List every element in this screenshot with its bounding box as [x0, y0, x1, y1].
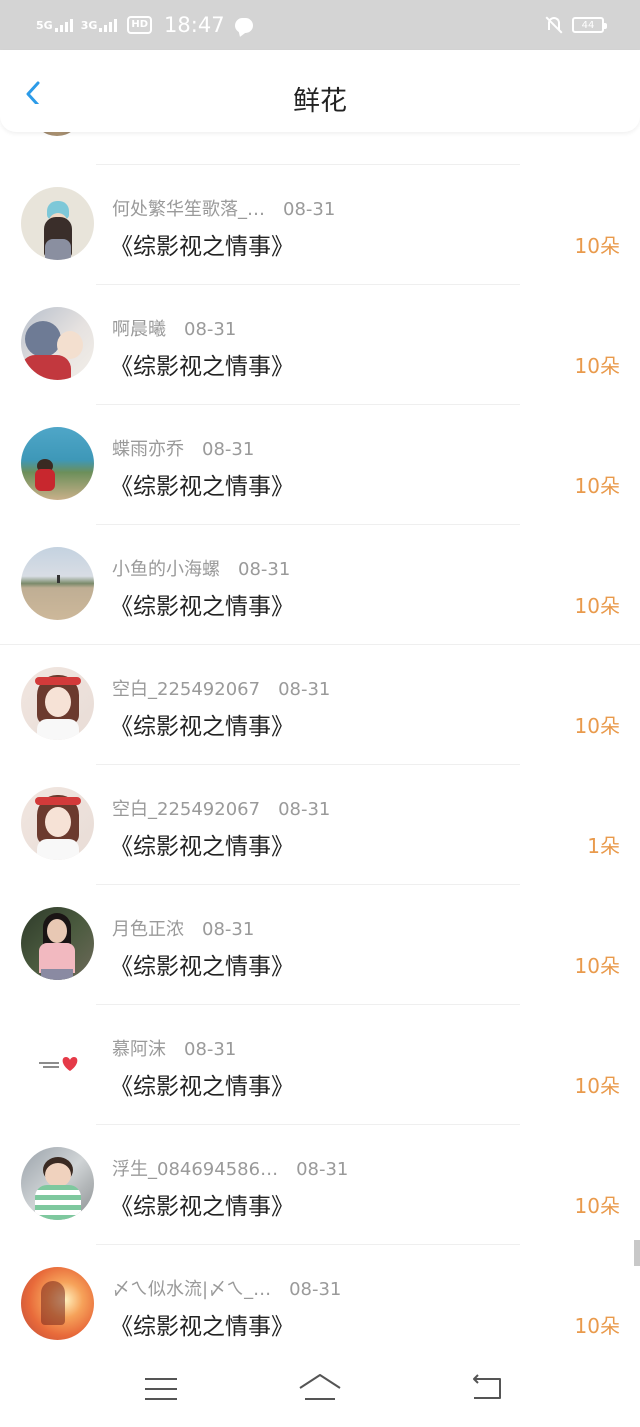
battery-icon: 44 [572, 17, 607, 33]
book-title: 《综影视之情事》 [110, 954, 294, 980]
home-icon[interactable] [298, 1372, 342, 1402]
list-item[interactable]: 月色正浓 08-31 《综影视之情事》 10朵 [0, 885, 640, 1004]
date: 08-31 [289, 1279, 342, 1300]
flower-count: 10朵 [574, 234, 620, 258]
meta: 慕阿沫 08-31 [112, 1035, 236, 1061]
book-title: 《综影视之情事》 [110, 594, 294, 620]
meta: 浮生_084694586… 08-31 [112, 1155, 348, 1181]
mute-icon [545, 16, 563, 34]
list-item[interactable]: 空白_225492067 08-31 《综影视之情事》 1朵 [0, 765, 640, 884]
signal-3g-icon: 3G [81, 18, 118, 32]
signal-5g-icon: 5G [36, 18, 73, 32]
flower-count: 1朵 [587, 834, 620, 858]
user-name: 蝶雨亦乔 [112, 439, 184, 460]
user-name: 慕阿沫 [112, 1039, 166, 1060]
flower-count: 10朵 [574, 1194, 620, 1218]
flower-list: 何处繁华笙歌落_… 08-31 《综影视之情事》 10朵 啊晨曦 08-31 《综影… [0, 132, 640, 1364]
flower-count: 10朵 [574, 474, 620, 498]
date: 08-31 [278, 799, 331, 820]
avatar[interactable] [21, 427, 94, 500]
flower-count: 10朵 [574, 594, 620, 618]
date: 08-31 [184, 1039, 237, 1060]
book-title: 《综影视之情事》 [110, 714, 294, 740]
list-item[interactable]: 蝶雨亦乔 08-31 《综影视之情事》 10朵 [0, 405, 640, 524]
status-time: 18:47 [164, 13, 225, 37]
user-name: 啊晨曦 [112, 319, 166, 340]
user-name: 小鱼的小海螺 [112, 559, 220, 580]
menu-icon[interactable] [145, 1378, 177, 1400]
meta: 小鱼的小海螺 08-31 [112, 555, 290, 581]
list-item[interactable]: 小鱼的小海螺 08-31 《综影视之情事》 10朵 [0, 525, 640, 644]
list-item[interactable]: 慕阿沫 08-31 《综影视之情事》 10朵 [0, 1005, 640, 1124]
user-name: 空白_225492067 [112, 679, 261, 700]
scrollbar[interactable] [634, 1240, 640, 1266]
list-item[interactable]: 何处繁华笙歌落_… 08-31 《综影视之情事》 10朵 [0, 165, 640, 284]
meta: 空白_225492067 08-31 [112, 795, 330, 821]
avatar[interactable] [21, 787, 94, 860]
list-item-partial[interactable] [0, 132, 640, 164]
list-item[interactable]: 啊晨曦 08-31 《综影视之情事》 10朵 [0, 285, 640, 404]
meta: 月色正浓 08-31 [112, 915, 254, 941]
book-title: 《综影视之情事》 [110, 474, 294, 500]
avatar[interactable] [21, 547, 94, 620]
date: 08-31 [278, 679, 331, 700]
flower-count: 10朵 [574, 1314, 620, 1338]
user-name: 〆ㄟ似水流|〆ㄟ_… [112, 1279, 272, 1300]
book-title: 《综影视之情事》 [110, 354, 294, 380]
avatar[interactable] [21, 1027, 94, 1100]
message-icon [234, 17, 253, 33]
date: 08-31 [184, 319, 237, 340]
avatar[interactable] [21, 1267, 94, 1340]
date: 08-31 [296, 1159, 349, 1180]
heart-icon [39, 1057, 78, 1071]
date: 08-31 [283, 199, 336, 220]
book-title: 《综影视之情事》 [110, 1074, 294, 1100]
avatar[interactable] [21, 907, 94, 980]
book-title: 《综影视之情事》 [110, 834, 294, 860]
list-item[interactable]: 空白_225492067 08-31 《综影视之情事》 10朵 [0, 645, 640, 764]
status-bar: 5G 3G HD 18:47 44 [0, 0, 640, 50]
meta: 何处繁华笙歌落_… 08-31 [112, 195, 335, 221]
book-title: 《综影视之情事》 [110, 1194, 294, 1220]
meta: 啊晨曦 08-31 [112, 315, 236, 341]
avatar[interactable] [21, 1147, 94, 1220]
date: 08-31 [238, 559, 291, 580]
user-name: 浮生_084694586… [112, 1159, 279, 1180]
book-title: 《综影视之情事》 [110, 1314, 294, 1340]
meta: 蝶雨亦乔 08-31 [112, 435, 254, 461]
flower-count: 10朵 [574, 954, 620, 978]
avatar[interactable] [21, 187, 94, 260]
user-name: 月色正浓 [112, 919, 184, 940]
list-item[interactable]: 浮生_084694586… 08-31 《综影视之情事》 10朵 [0, 1125, 640, 1244]
avatar[interactable] [21, 307, 94, 380]
hd-icon: HD [127, 16, 153, 34]
date: 08-31 [202, 439, 255, 460]
user-name: 空白_225492067 [112, 799, 261, 820]
list-item[interactable]: 〆ㄟ似水流|〆ㄟ_… 08-31 《综影视之情事》 10朵 [0, 1245, 640, 1364]
meta: 〆ㄟ似水流|〆ㄟ_… 08-31 [112, 1275, 341, 1301]
flower-count: 10朵 [574, 354, 620, 378]
flower-count: 10朵 [574, 714, 620, 738]
flower-count: 10朵 [574, 1074, 620, 1098]
date: 08-31 [202, 919, 255, 940]
book-title: 《综影视之情事》 [110, 234, 294, 260]
avatar [34, 132, 80, 136]
page-title: 鲜花 [293, 86, 347, 117]
system-nav-bar [0, 1350, 640, 1427]
avatar[interactable] [21, 667, 94, 740]
back-nav-icon[interactable] [470, 1374, 504, 1402]
header: 鲜花 [0, 50, 640, 132]
user-name: 何处繁华笙歌落_… [112, 199, 265, 220]
meta: 空白_225492067 08-31 [112, 675, 330, 701]
